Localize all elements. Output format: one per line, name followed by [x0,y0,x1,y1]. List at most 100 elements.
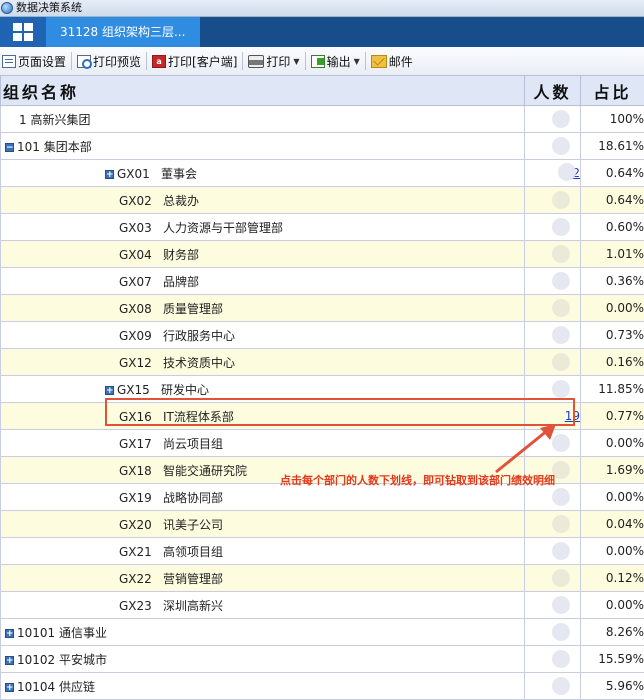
org-code: GX20 [119,518,163,532]
ratio-cell: 0.16% [581,349,644,376]
org-name: 质量管理部 [163,302,223,316]
headcount-link[interactable] [566,545,580,555]
headcount-cell [525,565,581,592]
headcount-link[interactable] [566,356,580,366]
headcount-link[interactable] [566,626,580,636]
org-name: 高领项目组 [163,545,223,559]
print-client-button[interactable]: a 打印[客户端] [150,47,239,75]
headcount-cell [525,133,581,160]
table-row: GX08质量管理部0.00% [1,295,644,322]
org-code: GX16 [119,410,163,424]
org-name-cell: GX23深圳高新兴 [1,592,525,619]
table-row: GX21高领项目组0.00% [1,538,644,565]
redacted-blur [552,434,570,452]
print-preview-button[interactable]: 打印预览 [75,47,143,75]
org-name-cell: GX12技术资质中心 [1,349,525,376]
org-name-cell: GX17尚云项目组 [1,430,525,457]
redacted-blur [552,488,570,506]
org-name: IT流程体系部 [163,410,234,424]
headcount-link[interactable] [566,383,580,393]
org-name: 深圳高新兴 [163,599,223,613]
org-name-cell: +10102 平安城市 [1,646,525,673]
expand-icon[interactable]: + [5,629,14,638]
headcount-link[interactable] [566,599,580,609]
org-code: GX09 [119,329,163,343]
headcount-cell [525,214,581,241]
ratio-cell: 0.73% [581,322,644,349]
org-name: 品牌部 [163,275,199,289]
redacted-blur [552,515,570,533]
tab-org-structure[interactable]: 31128 组织架构三层... [46,17,200,47]
headcount-link[interactable] [566,140,580,150]
ratio-cell: 0.00% [581,592,644,619]
headcount-link[interactable] [566,113,580,123]
headcount-link[interactable] [566,194,580,204]
chevron-down-icon: ▼ [354,57,360,66]
headcount-cell [525,619,581,646]
table-row: GX23深圳高新兴 0.00% [1,592,644,619]
headcount-link[interactable] [566,518,580,528]
org-code: GX12 [119,356,163,370]
expand-icon[interactable]: + [105,386,114,395]
headcount-link[interactable] [566,302,580,312]
table-row: GX16IT流程体系部190.77% [1,403,644,430]
windows-grid-icon [13,23,33,41]
headcount-cell [525,673,581,700]
headcount-link[interactable]: 19 [565,409,580,423]
org-name: 技术资质中心 [163,356,235,370]
org-name-cell: GX03人力资源与干部管理部 [1,214,525,241]
headcount-link[interactable] [566,572,580,582]
headcount-link[interactable] [566,248,580,258]
headcount-link[interactable] [566,329,580,339]
ratio-cell: 0.12% [581,565,644,592]
org-name-cell: GX16IT流程体系部 [1,403,525,430]
redacted-blur [552,542,570,560]
print-button[interactable]: 打印 ▼ [246,47,301,75]
headcount-link[interactable] [566,437,580,447]
print-preview-icon [77,55,91,68]
mail-button[interactable]: 邮件 [369,47,415,75]
redacted-blur [552,650,570,668]
ratio-cell: 100% [581,106,644,133]
expand-icon[interactable]: + [5,656,14,665]
org-name-cell: +GX01董事会 [1,160,525,187]
page-setup-button[interactable]: 页面设置 [0,47,68,75]
toolbar-divider [365,52,366,70]
redacted-blur [552,191,570,209]
table-row: +GX01董事会20.64% [1,160,644,187]
ratio-cell: 0.00% [581,538,644,565]
expand-icon[interactable]: + [5,683,14,692]
headcount-link[interactable] [566,491,580,501]
org-name-cell: −101 集团本部 [1,133,525,160]
headcount-link[interactable] [566,464,580,474]
toolbar-divider [305,52,306,70]
table-row: +10104 供应链5.96% [1,673,644,700]
collapse-icon[interactable]: − [5,143,14,152]
redacted-blur [552,299,570,317]
table-row: GX12技术资质中心 0.16% [1,349,644,376]
headcount-link[interactable] [566,275,580,285]
headcount-cell [525,592,581,619]
table-body: 1 高新兴集团100%−101 集团本部18.61%+GX01董事会20.64%… [1,106,644,700]
expand-icon[interactable]: + [105,170,114,179]
column-header-ratio: 占比 [581,76,644,106]
table-row: GX09行政服务中心0.73% [1,322,644,349]
ratio-cell: 18.61% [581,133,644,160]
org-name: 研发中心 [161,383,209,397]
toolbar-divider [146,52,147,70]
headcount-link[interactable] [566,653,580,663]
headcount-link[interactable] [566,221,580,231]
export-button[interactable]: 输出 ▼ [309,47,362,75]
home-grid-button[interactable] [0,17,46,47]
table-header-row: 组织名称 人数 占比 [1,76,644,106]
headcount-link[interactable]: 2 [572,166,580,180]
redacted-blur [552,218,570,236]
ratio-cell: 15.59% [581,646,644,673]
column-header-headcount: 人数 [525,76,581,106]
redacted-blur [552,137,570,155]
org-code: GX04 [119,248,163,262]
org-code: GX18 [119,464,163,478]
export-label: 输出 [327,53,351,70]
headcount-link[interactable] [566,680,580,690]
headcount-cell [525,430,581,457]
